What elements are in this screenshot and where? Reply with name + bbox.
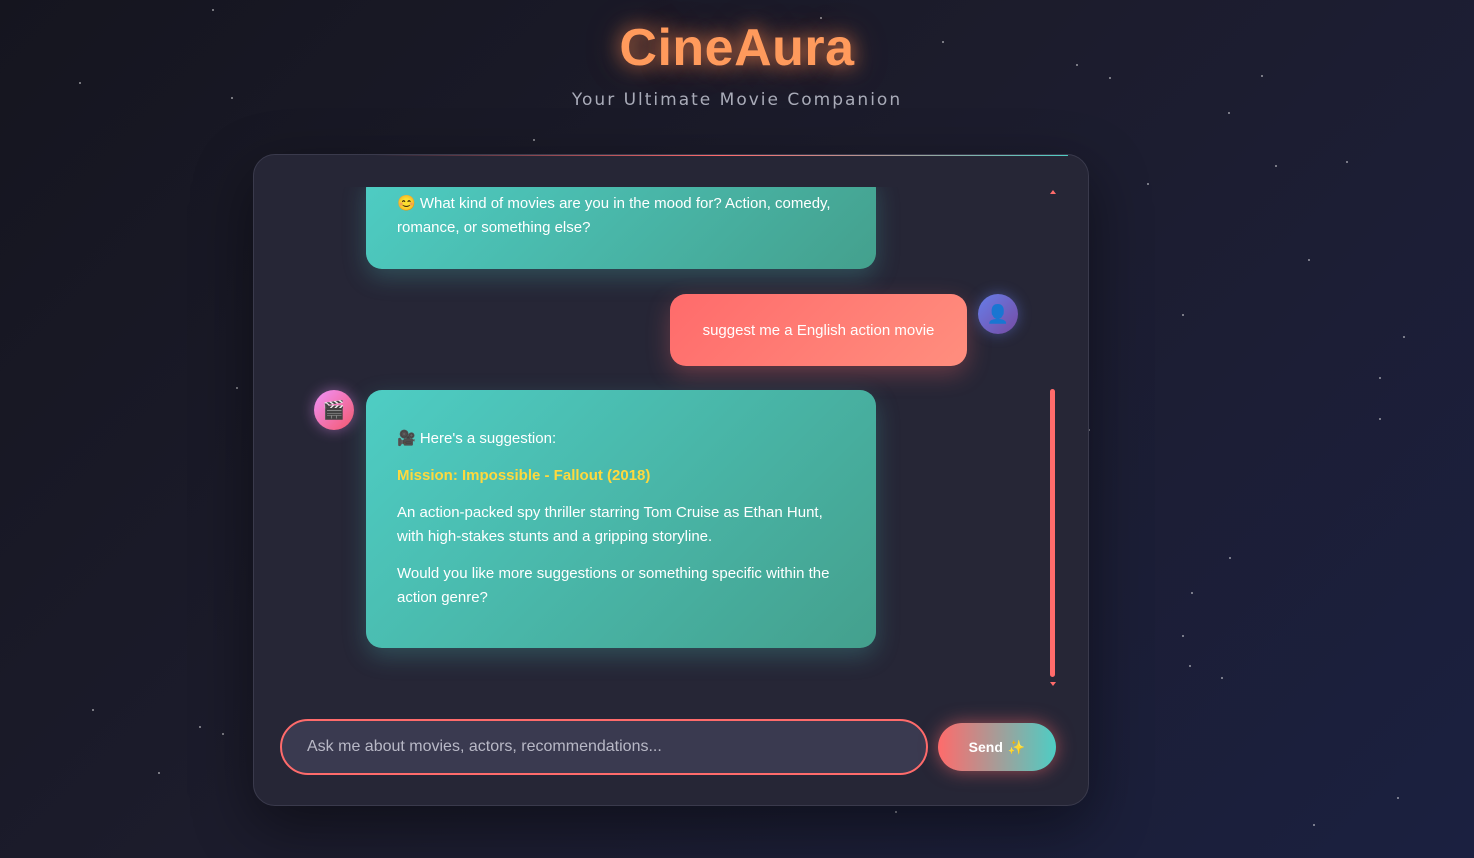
app-logo-title: CineAura	[619, 19, 855, 77]
followup-question: Would you like more suggestions or somet…	[397, 565, 830, 606]
scroll-down-arrow-icon[interactable]	[1050, 682, 1056, 686]
bot-message-bubble: 😊 What kind of movies are you in the moo…	[366, 187, 876, 269]
movie-description: An action-packed spy thriller starring T…	[397, 504, 823, 545]
clapperboard-icon: 🎬	[322, 399, 346, 421]
app-header: CineAura Your Ultimate Movie Companion	[0, 18, 1474, 110]
bot-avatar: 🎬	[314, 390, 354, 430]
message-list[interactable]: 😊 What kind of movies are you in the moo…	[254, 187, 1044, 707]
user-silhouette-icon: 👤	[986, 303, 1010, 325]
bot-message-bubble: 🎥 Here's a suggestion: Mission: Impossib…	[366, 390, 876, 648]
scrollbar-thumb[interactable]	[1050, 389, 1055, 677]
send-button-label: Send	[968, 739, 1003, 755]
chat-input[interactable]	[280, 719, 928, 775]
message-composer: Send ✨	[280, 719, 1060, 775]
user-message-text: suggest me a English action movie	[702, 321, 935, 339]
suggested-movie-title: Mission: Impossible - Fallout (2018)	[397, 467, 651, 484]
user-message-bubble: suggest me a English action movie	[670, 294, 967, 366]
bot-message-text: 😊 What kind of movies are you in the moo…	[397, 195, 831, 236]
send-button[interactable]: Send ✨	[938, 723, 1056, 771]
user-avatar: 👤	[978, 294, 1018, 334]
sparkles-icon: ✨	[1007, 738, 1026, 755]
chat-window: 😊 What kind of movies are you in the moo…	[253, 154, 1089, 806]
app-tagline: Your Ultimate Movie Companion	[571, 90, 903, 110]
scroll-up-arrow-icon[interactable]	[1050, 190, 1056, 194]
message-scrollbar[interactable]	[1047, 187, 1059, 689]
suggestion-intro: 🎥 Here's a suggestion:	[397, 430, 557, 447]
card-top-accent-line	[374, 155, 1068, 156]
